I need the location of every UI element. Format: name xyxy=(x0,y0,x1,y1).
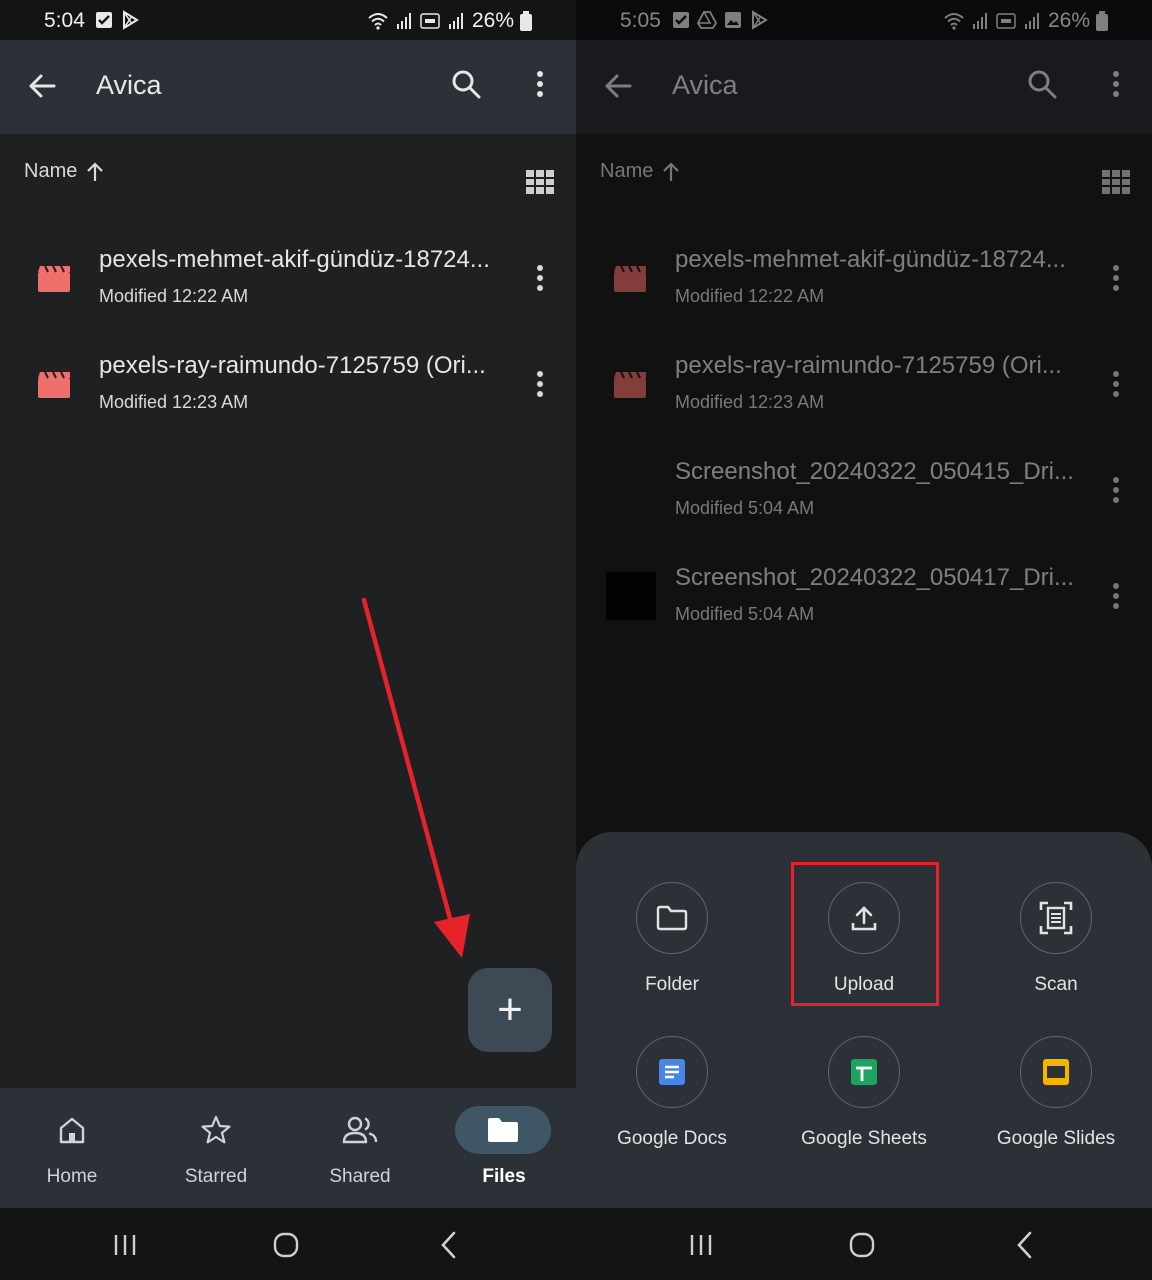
red-annotation-arrow xyxy=(361,597,470,958)
recents-icon[interactable] xyxy=(110,1230,140,1260)
video-file-icon xyxy=(38,371,70,398)
home-circle-icon[interactable] xyxy=(271,1230,301,1260)
google-docs-icon xyxy=(659,1059,685,1085)
google-slides-icon xyxy=(1043,1059,1069,1085)
new-fab-button[interactable]: + xyxy=(468,968,552,1052)
file-name: pexels-mehmet-akif-gündüz-18724... xyxy=(99,246,490,273)
folder-label: Folder xyxy=(645,974,699,995)
google-docs-label: Google Docs xyxy=(617,1128,727,1149)
battery-icon xyxy=(520,11,532,31)
arrow-up-icon xyxy=(87,161,104,181)
play-store-icon xyxy=(123,10,139,30)
file-more-icon[interactable] xyxy=(526,262,554,294)
nav-shared-label: Shared xyxy=(329,1166,391,1187)
system-back-icon[interactable] xyxy=(434,1230,464,1260)
nav-files[interactable]: Files xyxy=(432,1088,576,1208)
grid-view-icon[interactable] xyxy=(526,170,554,194)
signal-2-icon xyxy=(448,13,463,29)
sort-by-name-button[interactable]: Name xyxy=(24,160,105,183)
file-more-icon[interactable] xyxy=(526,368,554,400)
nav-starred[interactable]: Starred xyxy=(144,1088,288,1208)
scan-label: Scan xyxy=(1034,974,1078,995)
folder-outline-icon xyxy=(656,905,688,931)
file-modified: Modified 12:23 AM xyxy=(99,392,249,412)
file-name: pexels-ray-raimundo-7125759 (Ori... xyxy=(99,352,486,379)
bottom-navigation: Home Starred Shared Files xyxy=(0,1088,576,1208)
file-row[interactable]: pexels-mehmet-akif-gündüz-18724... Modif… xyxy=(0,232,576,332)
nav-home[interactable]: Home xyxy=(0,1088,144,1208)
recents-icon[interactable] xyxy=(686,1230,716,1260)
plus-icon: + xyxy=(497,985,523,1034)
app-bar: Avica xyxy=(0,40,576,134)
nav-home-label: Home xyxy=(46,1166,98,1187)
upload-highlight-box xyxy=(791,862,939,1006)
nav-shared[interactable]: Shared xyxy=(288,1088,432,1208)
create-new-bottom-sheet: Folder Upload Scan Google Docs Google Sh… xyxy=(576,832,1152,1208)
checkbox-notification-icon xyxy=(96,12,112,28)
back-arrow-icon[interactable] xyxy=(26,70,58,102)
status-time: 5:04 xyxy=(44,9,85,32)
nav-starred-label: Starred xyxy=(184,1166,248,1187)
shared-icon xyxy=(342,1116,378,1144)
left-screen: 5:04 26% Avica Name pexels-mehmet-akif-g… xyxy=(0,0,576,1280)
home-icon xyxy=(59,1117,85,1144)
search-icon[interactable] xyxy=(450,68,482,100)
google-sheets-icon xyxy=(851,1059,877,1085)
page-title: Avica xyxy=(96,70,162,100)
create-folder-option[interactable]: Folder xyxy=(576,866,768,1016)
file-row[interactable]: pexels-ray-raimundo-7125759 (Ori... Modi… xyxy=(0,338,576,438)
signal-icon xyxy=(396,13,411,29)
google-sheets-option[interactable]: Google Sheets xyxy=(768,1020,960,1170)
scan-icon xyxy=(1039,901,1073,935)
status-bar: 5:04 26% xyxy=(0,0,576,40)
google-sheets-label: Google Sheets xyxy=(801,1128,927,1149)
google-docs-option[interactable]: Google Docs xyxy=(576,1020,768,1170)
nav-files-label: Files xyxy=(482,1166,526,1187)
video-file-icon xyxy=(38,265,70,292)
home-circle-icon[interactable] xyxy=(847,1230,877,1260)
volte-icon xyxy=(420,13,440,29)
system-back-icon[interactable] xyxy=(1010,1230,1040,1260)
more-vert-icon[interactable] xyxy=(524,68,556,100)
battery-percent: 26% xyxy=(471,9,514,32)
google-slides-option[interactable]: Google Slides xyxy=(960,1020,1152,1170)
wifi-icon xyxy=(368,13,388,30)
folder-icon xyxy=(488,1118,518,1142)
google-slides-label: Google Slides xyxy=(996,1128,1116,1149)
scan-option[interactable]: Scan xyxy=(960,866,1152,1016)
right-screen: 5:05 26% Avica Name pexels-mehmet-akif-g… xyxy=(576,0,1152,1280)
system-navigation xyxy=(0,1208,576,1280)
system-navigation xyxy=(576,1208,1152,1280)
sort-label: Name xyxy=(24,160,78,182)
star-icon xyxy=(201,1115,231,1144)
file-modified: Modified 12:22 AM xyxy=(99,286,249,306)
